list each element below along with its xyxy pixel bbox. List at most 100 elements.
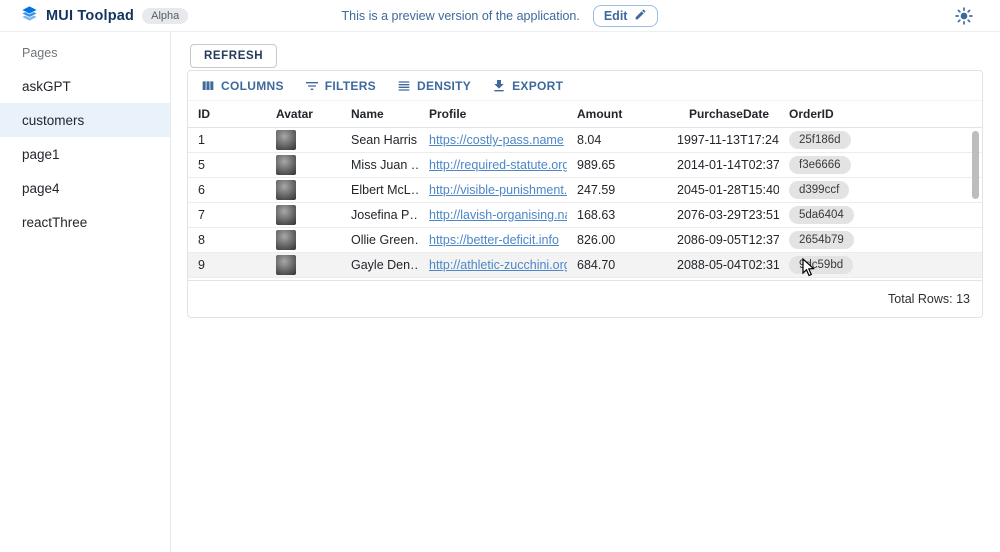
avatar <box>276 230 296 250</box>
cell-avatar <box>266 205 341 225</box>
sidebar-nav-item[interactable]: customers <box>0 103 170 137</box>
filter-list-icon <box>304 78 320 94</box>
cell-profile: http://visible-punishment.net <box>419 183 567 197</box>
theme-toggle-sun-icon[interactable] <box>954 6 974 26</box>
profile-link[interactable]: https://better-deficit.info <box>429 233 559 247</box>
column-header[interactable]: OrderID <box>779 107 982 121</box>
cell-purchase-date: 2014-01-14T02:37:28.536Z <box>667 158 779 172</box>
sidebar-nav-item[interactable]: page4 <box>0 171 170 205</box>
export-button-label: EXPORT <box>512 79 563 93</box>
cell-order-id: 5da6404 <box>779 206 982 224</box>
cell-amount: 989.65 <box>567 158 667 172</box>
table-row[interactable]: 8 Ollie Green… https://better-deficit.in… <box>188 228 982 253</box>
profile-link[interactable]: http://visible-punishment.net <box>429 183 567 197</box>
cell-order-id: f3e6666 <box>779 156 982 174</box>
cell-order-id: 25f186d <box>779 131 982 149</box>
order-id-chip: 2654b79 <box>789 231 854 249</box>
sidebar-nav-item-label: page1 <box>22 147 60 162</box>
grid-rows: 1 Sean Harris https://costly-pass.name 8… <box>188 128 982 278</box>
avatar <box>276 180 296 200</box>
cell-id: 8 <box>188 233 266 247</box>
table-row[interactable]: 1 Sean Harris https://costly-pass.name 8… <box>188 128 982 153</box>
cell-name: Elbert McL… <box>341 183 419 197</box>
cell-id: 9 <box>188 258 266 272</box>
brand: MUI Toolpad Alpha <box>0 5 188 27</box>
vertical-scrollbar-thumb[interactable] <box>972 131 979 199</box>
cell-id: 6 <box>188 183 266 197</box>
cell-amount: 168.63 <box>567 208 667 222</box>
order-id-chip: f3e6666 <box>789 156 851 174</box>
cell-amount: 684.70 <box>567 258 667 272</box>
cell-name: Gayle Den… <box>341 258 419 272</box>
order-id-chip: d399ccf <box>789 181 849 199</box>
table-row[interactable]: 9 Gayle Den… http://athletic-zucchini.or… <box>188 253 982 278</box>
avatar <box>276 155 296 175</box>
column-header[interactable]: Avatar <box>266 107 341 121</box>
profile-link[interactable]: http://lavish-organising.name <box>429 208 567 222</box>
cell-avatar <box>266 155 341 175</box>
cell-purchase-date: 1997-11-13T17:24:11.769Z <box>667 133 779 147</box>
avatar <box>276 130 296 150</box>
density-button-label: DENSITY <box>417 79 471 93</box>
cell-profile: https://better-deficit.info <box>419 233 567 247</box>
table-row[interactable]: 7 Josefina P… http://lavish-organising.n… <box>188 203 982 228</box>
edit-button[interactable]: Edit <box>593 5 659 27</box>
column-header[interactable]: Name <box>341 107 419 121</box>
columns-button[interactable]: COLUMNS <box>193 74 291 98</box>
avatar <box>276 255 296 275</box>
table-row[interactable]: 6 Elbert McL… http://visible-punishment.… <box>188 178 982 203</box>
cell-id: 7 <box>188 208 266 222</box>
data-grid-panel: COLUMNS FILTERS DENSITY EXPORT ID Avatar <box>187 70 983 318</box>
sidebar: Pages askGPT customers page1 page4 react… <box>0 32 171 552</box>
app-title: MUI Toolpad <box>46 8 134 24</box>
cell-avatar <box>266 230 341 250</box>
cell-avatar <box>266 130 341 150</box>
column-header[interactable]: ID <box>188 107 266 121</box>
cell-id: 5 <box>188 158 266 172</box>
cell-avatar <box>266 180 341 200</box>
cell-order-id: d399ccf <box>779 181 982 199</box>
refresh-button[interactable]: REFRESH <box>190 44 277 68</box>
cell-name: Sean Harris <box>341 133 419 147</box>
grid-footer: Total Rows: 13 <box>188 280 982 317</box>
cell-purchase-date: 2086-09-05T12:37:27.015Z <box>667 233 779 247</box>
sidebar-nav-item[interactable]: reactThree <box>0 205 170 239</box>
alpha-badge: Alpha <box>142 8 188 24</box>
density-lines-icon <box>396 78 412 94</box>
density-button[interactable]: DENSITY <box>389 74 478 98</box>
profile-link[interactable]: https://costly-pass.name <box>429 133 564 147</box>
grid-header-row: ID Avatar Name Profile Amount PurchaseDa… <box>188 101 982 128</box>
cell-profile: https://costly-pass.name <box>419 133 567 147</box>
cell-purchase-date: 2088-05-04T02:31:03.294Z <box>667 258 779 272</box>
column-header[interactable]: Profile <box>419 107 567 121</box>
cell-id: 1 <box>188 133 266 147</box>
columns-button-label: COLUMNS <box>221 79 284 93</box>
sidebar-section-label: Pages <box>0 32 170 69</box>
sidebar-nav-item[interactable]: page1 <box>0 137 170 171</box>
profile-link[interactable]: http://required-statute.org <box>429 158 567 172</box>
cell-profile: http://lavish-organising.name <box>419 208 567 222</box>
cell-profile: http://required-statute.org <box>419 158 567 172</box>
sidebar-nav-item[interactable]: askGPT <box>0 69 170 103</box>
profile-link[interactable]: http://athletic-zucchini.org <box>429 258 567 272</box>
table-row[interactable]: 5 Miss Juan … http://required-statute.or… <box>188 153 982 178</box>
column-header[interactable]: PurchaseDate <box>667 107 779 121</box>
download-icon <box>491 78 507 94</box>
cell-purchase-date: 2076-03-29T23:51:07.968Z <box>667 208 779 222</box>
cell-name: Ollie Green… <box>341 233 419 247</box>
cell-profile: http://athletic-zucchini.org <box>419 258 567 272</box>
sidebar-nav-item-label: customers <box>22 113 84 128</box>
sidebar-nav-item-label: askGPT <box>22 79 71 94</box>
preview-text: This is a preview version of the applica… <box>342 9 580 23</box>
filters-button-label: FILTERS <box>325 79 376 93</box>
order-id-chip: 5da6404 <box>789 206 854 224</box>
column-header[interactable]: Amount <box>567 107 667 121</box>
edit-button-label: Edit <box>604 9 628 23</box>
pencil-icon <box>634 8 647 24</box>
filters-button[interactable]: FILTERS <box>297 74 383 98</box>
export-button[interactable]: EXPORT <box>484 74 570 98</box>
cell-name: Miss Juan … <box>341 158 419 172</box>
top-app-bar: This is a preview version of the applica… <box>0 0 1000 32</box>
cell-name: Josefina P… <box>341 208 419 222</box>
data-grid-toolbar: COLUMNS FILTERS DENSITY EXPORT <box>188 71 982 101</box>
